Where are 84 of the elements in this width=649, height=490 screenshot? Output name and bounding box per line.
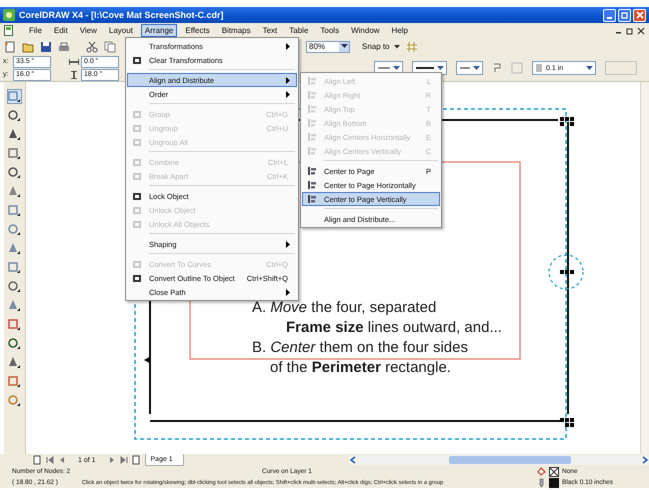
align-icon [307,104,317,114]
menu-item[interactable]: Help [388,24,412,37]
pick-tool-icon[interactable] [8,90,21,103]
snap-to-button[interactable]: Snap to [362,42,390,51]
menu-item[interactable]: Arrange [140,24,178,37]
horizontal-scrollbar[interactable] [349,455,649,465]
menu-item[interactable]: View [76,24,101,37]
caret-icon[interactable] [394,44,400,48]
document-icon[interactable] [4,25,13,36]
dropdown-arrow-icon [437,66,444,70]
outline-pen-icon [537,478,546,488]
add-page-icon[interactable] [132,455,141,465]
basic-shapes-icon[interactable] [8,261,21,274]
folder-icon[interactable] [22,40,34,52]
save-icon[interactable] [40,40,52,52]
polygon-tool-icon[interactable] [8,242,21,255]
menu-item[interactable]: Edit [50,24,72,37]
submenu-arrow-icon [286,288,291,296]
width-icon [69,58,79,66]
vertical-scrollbar[interactable] [640,82,649,454]
dropdown-arrow-icon [586,66,593,70]
menu-item[interactable]: Text [258,24,282,37]
outline-swatch-icon [549,478,559,488]
align-icon [307,118,317,128]
window-title: CorelDRAW X4 - [I:\Cove Mat ScreenShot-C.cdr] [19,10,224,20]
node-handle[interactable] [560,270,574,274]
disabled-field [605,61,637,75]
align-icon [307,146,317,156]
menu-item[interactable]: Window [347,24,384,37]
dropdown-arrow-icon [340,44,348,49]
highlight-circle [548,254,584,290]
square-icon [132,273,142,283]
printer-icon[interactable] [58,40,70,52]
instruction-text: B. Center them on the four sides [252,338,469,358]
align-icon [307,194,317,204]
line-sample-icon [459,65,471,71]
align-icon [307,132,317,142]
align-icon [307,166,317,176]
submenu-arrow-icon [286,42,291,50]
instruction-text: of the Perimeter rectangle. [269,358,452,378]
node-handle[interactable] [560,117,574,126]
align-icon [307,90,317,100]
fill-icon [537,467,546,476]
copy-icon[interactable] [104,40,116,52]
menu-item[interactable]: Table [285,24,312,37]
zoom-dropdown[interactable]: 80% [306,40,350,52]
rectangle-tool-icon[interactable] [8,204,21,217]
scissors-icon[interactable] [86,40,98,52]
close-icon[interactable] [637,26,645,34]
height-icon [69,70,79,78]
instruction-text: Frame size lines outward, and... [285,318,502,338]
last-page-icon[interactable] [120,456,128,464]
align-icon [307,76,317,86]
restore-button[interactable] [618,8,631,22]
first-page-icon[interactable] [46,456,54,464]
scroll-right-icon[interactable] [641,456,649,464]
close-button[interactable] [633,8,646,22]
menu-item[interactable]: Layout [104,24,137,37]
close-icon [636,11,644,19]
add-page-icon[interactable] [33,455,42,465]
submenu-arrow-icon [286,240,291,248]
new-document-icon[interactable] [4,40,16,52]
align-icon [307,180,317,190]
line-sample-icon [377,65,391,71]
menu-item[interactable]: File [25,24,46,37]
menu-item[interactable]: Bitmaps [218,24,255,37]
instruction-text: A. Move the four, separated [252,298,438,318]
ellipse-tool-icon[interactable] [8,223,21,236]
scroll-left-icon[interactable] [349,456,357,464]
wrap-icon[interactable] [492,62,502,74]
line-sample-icon [415,65,435,71]
arrow-marker [144,356,151,364]
no-fill-icon [549,466,559,476]
scroll-thumb[interactable] [449,456,571,464]
menu-item[interactable]: Tools [316,24,344,37]
dropdown-arrow-icon [393,66,400,70]
menu-item[interactable]: Effects [181,24,214,37]
previous-page-icon[interactable] [58,456,66,464]
app-icon [3,9,15,21]
line-end-dropdown[interactable] [456,61,483,75]
dropdown-arrow-icon [473,66,480,70]
next-page-icon[interactable] [108,456,116,464]
node-handle[interactable] [560,418,574,427]
minimize-button[interactable] [603,8,616,22]
